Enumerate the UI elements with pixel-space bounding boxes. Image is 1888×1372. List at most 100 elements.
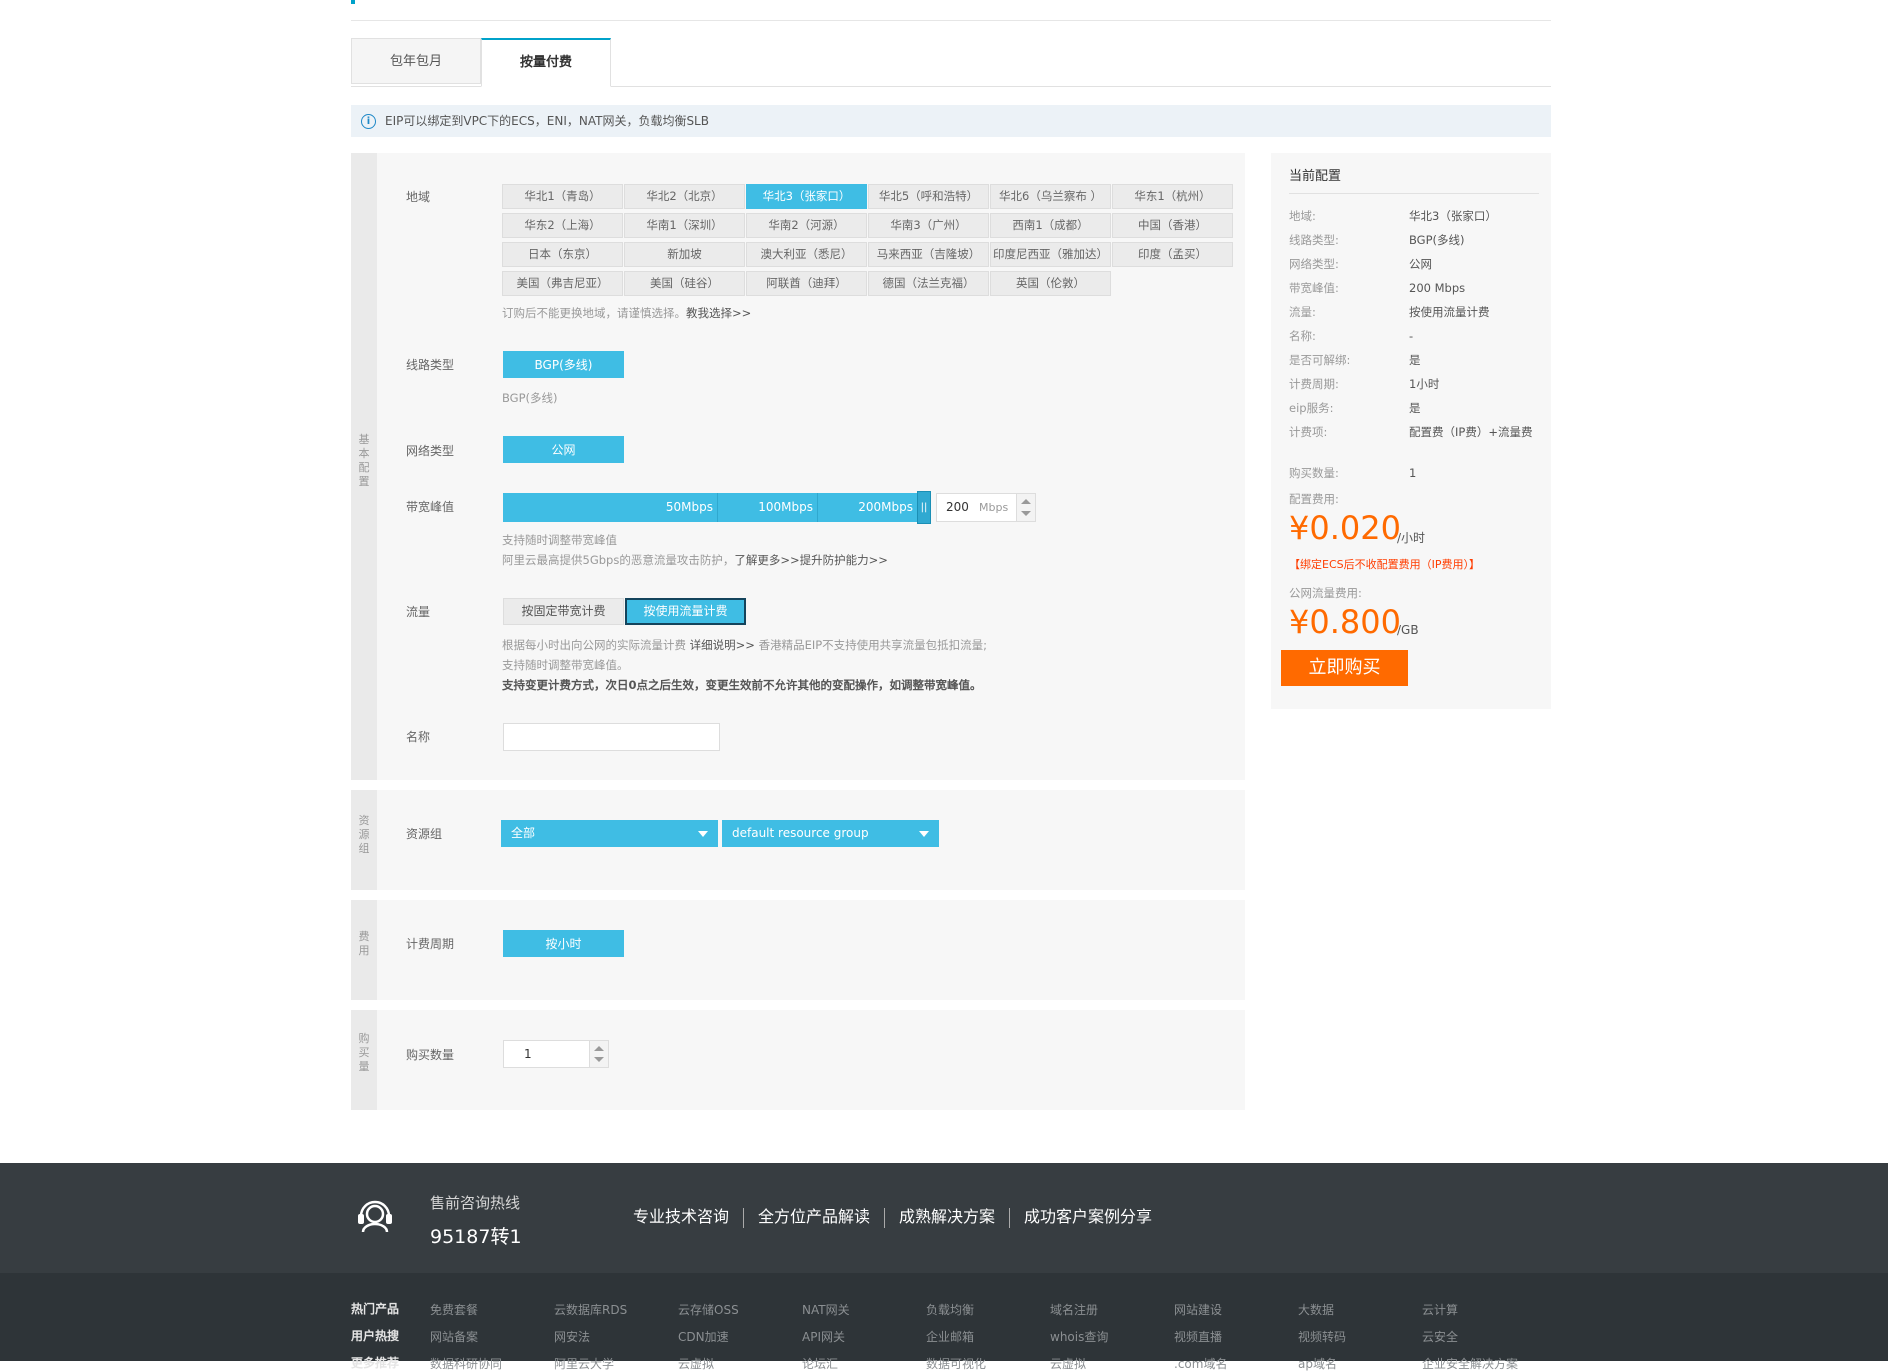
network-public-option[interactable]: 公网 (503, 436, 624, 463)
region-option[interactable]: 华东2（上海） (502, 213, 623, 238)
slider-tick-200: 200Mbps (818, 493, 918, 522)
region-option[interactable]: 华北2（北京） (624, 184, 745, 209)
footer-link-products[interactable]: 全方位产品解读 (758, 1207, 870, 1226)
footer-link-item[interactable]: 阿里云大学 (554, 1355, 614, 1372)
region-option[interactable]: 澳大利亚（悉尼） (746, 242, 867, 267)
region-help-link[interactable]: 教我选择>> (686, 306, 751, 320)
region-option[interactable]: 美国（弗吉尼亚） (502, 271, 623, 296)
resource-group-label: 资源组 (406, 827, 443, 841)
region-option[interactable]: 西南1（成都） (990, 213, 1111, 238)
quantity-value[interactable]: 1 (524, 1047, 532, 1061)
quantity-stepper-buttons[interactable] (589, 1041, 608, 1067)
footer-link-item[interactable]: ap域名 (1298, 1355, 1337, 1372)
footer-link-item[interactable]: 网站备案 (430, 1328, 478, 1345)
region-option[interactable]: 美国（硅谷） (624, 271, 745, 296)
region-option[interactable]: 阿联酋（迪拜） (746, 271, 867, 296)
info-icon: i (361, 114, 376, 129)
region-option[interactable]: 华东1（杭州） (1112, 184, 1233, 209)
region-option[interactable]: 华南3（广州） (868, 213, 989, 238)
region-option[interactable]: 日本（东京） (502, 242, 623, 267)
footer-link-solutions[interactable]: 成熟解决方案 (899, 1207, 995, 1226)
bandwidth-input[interactable]: 200 Mbps (936, 493, 1036, 522)
bandwidth-hint-2: 阿里云最高提供5Gbps的恶意流量攻击防护，了解更多>>提升防护能力>> (502, 550, 888, 570)
footer-link-item[interactable]: 域名注册 (1050, 1301, 1098, 1318)
summary-key: 计费周期: (1289, 377, 1339, 391)
summary-key: 线路类型: (1289, 233, 1339, 247)
region-option[interactable]: 德国（法兰克福） (868, 271, 989, 296)
footer-link-item[interactable]: .com域名 (1174, 1355, 1227, 1372)
footer-contact-bar: 售前咨询热线 95187转1 专业技术咨询 全方位产品解读 成熟解决方案 成功客户案例… (0, 1163, 1888, 1273)
traffic-hint-1-text: 根据每小时出向公网的实际流量计费 (502, 638, 690, 652)
traffic-usage-option[interactable]: 按使用流量计费 (625, 598, 746, 625)
region-option[interactable]: 印度尼西亚（雅加达） (990, 242, 1111, 267)
region-option[interactable]: 新加坡 (624, 242, 745, 267)
summary-value: 1 (1409, 466, 1417, 480)
line-bgp-option[interactable]: BGP(多线) (503, 351, 624, 378)
name-input[interactable] (503, 723, 720, 751)
footer-link-item[interactable]: 云计算 (1422, 1301, 1458, 1318)
region-option[interactable]: 华北1（青岛） (502, 184, 623, 209)
region-option[interactable]: 华北5（呼和浩特） (868, 184, 989, 209)
region-option[interactable]: 英国（伦敦） (990, 271, 1111, 296)
footer-link-item[interactable]: API网关 (802, 1328, 845, 1345)
tab-pay-as-you-go[interactable]: 按量付费 (481, 38, 611, 87)
footer-link-item[interactable]: 云虚拟 (1050, 1355, 1086, 1372)
footer-link-item[interactable]: 网站建设 (1174, 1301, 1222, 1318)
tab-subscription[interactable]: 包年包月 (351, 38, 481, 84)
traffic-price: ¥0.800 (1289, 603, 1401, 641)
footer-link-item[interactable]: 大数据 (1298, 1301, 1334, 1318)
footer-link-item[interactable]: NAT网关 (802, 1301, 850, 1318)
stepper-up-icon[interactable] (1021, 499, 1031, 504)
summary-key: 流量: (1289, 305, 1316, 319)
stepper-down-icon[interactable] (1021, 511, 1031, 516)
region-option[interactable]: 华北3（张家口） (746, 184, 867, 209)
summary-divider (1289, 193, 1539, 194)
footer-link-item[interactable]: 网安法 (554, 1328, 590, 1345)
footer-link-item[interactable]: 数据可视化 (926, 1355, 986, 1372)
footer-link-item[interactable]: 云存储OSS (678, 1301, 739, 1318)
footer-link-item[interactable]: CDN加速 (678, 1328, 729, 1345)
region-option[interactable]: 印度（孟买） (1112, 242, 1233, 267)
traffic-fee-label: 公网流量费用: (1289, 586, 1362, 600)
bandwidth-label: 带宽峰值 (406, 500, 455, 514)
resource-group-filter-select[interactable]: 全部 (501, 820, 718, 847)
bandwidth-stepper[interactable] (1016, 494, 1035, 521)
footer-link-item[interactable]: 论坛汇 (802, 1355, 838, 1372)
traffic-detail-link[interactable]: 详细说明>> (690, 638, 755, 652)
line-type-label: 线路类型 (406, 358, 455, 372)
region-option[interactable]: 马来西亚（吉隆坡） (868, 242, 989, 267)
stepper-down-icon[interactable] (594, 1057, 604, 1062)
region-option[interactable]: 中国（香港） (1112, 213, 1233, 238)
bandwidth-value[interactable]: 200 (946, 500, 969, 514)
section-side-label: 费用 (358, 930, 370, 957)
slider-tick-100: 100Mbps (718, 493, 818, 522)
buy-now-button[interactable]: 立即购买 (1281, 650, 1408, 686)
footer-link-item[interactable]: 云虚拟 (678, 1355, 714, 1372)
billing-hourly-option[interactable]: 按小时 (503, 930, 624, 957)
footer-link-item[interactable]: 负载均衡 (926, 1301, 974, 1318)
slider-tick-50: 50Mbps (503, 493, 718, 522)
footer-link-tech[interactable]: 专业技术咨询 (633, 1207, 729, 1226)
footer-link-item[interactable]: 云安全 (1422, 1328, 1458, 1345)
resource-group-select[interactable]: default resource group (722, 820, 939, 847)
stepper-up-icon[interactable] (594, 1046, 604, 1051)
region-option[interactable]: 华南1（深圳） (624, 213, 745, 238)
slider-handle[interactable]: || (917, 491, 931, 524)
quantity-stepper[interactable]: 1 (503, 1040, 609, 1068)
footer-link-item[interactable]: whois查询 (1050, 1328, 1108, 1345)
footer-link-item[interactable]: 视频转码 (1298, 1328, 1346, 1345)
footer-row-head-more: 更多推荐 (351, 1356, 400, 1370)
region-option[interactable]: 华北6（乌兰察布 ） (990, 184, 1111, 209)
bandwidth-slider[interactable]: 50Mbps 100Mbps 200Mbps || (503, 491, 931, 524)
footer-link-cases[interactable]: 成功客户案例分享 (1024, 1207, 1152, 1226)
region-option[interactable]: 华南2（河源） (746, 213, 867, 238)
footer-link-item[interactable]: 免费套餐 (430, 1301, 478, 1318)
footer-link-item[interactable]: 企业安全解决方案 (1422, 1355, 1518, 1372)
header-divider (351, 20, 1551, 21)
footer-link-item[interactable]: 视频直播 (1174, 1328, 1222, 1345)
protection-learn-more-link[interactable]: 了解更多>>提升防护能力>> (734, 553, 888, 567)
footer-link-item[interactable]: 云数据库RDS (554, 1301, 627, 1318)
footer-link-item[interactable]: 数据科研协同 (430, 1355, 502, 1372)
footer-link-item[interactable]: 企业邮箱 (926, 1328, 974, 1345)
traffic-fixed-option[interactable]: 按固定带宽计费 (503, 598, 624, 625)
